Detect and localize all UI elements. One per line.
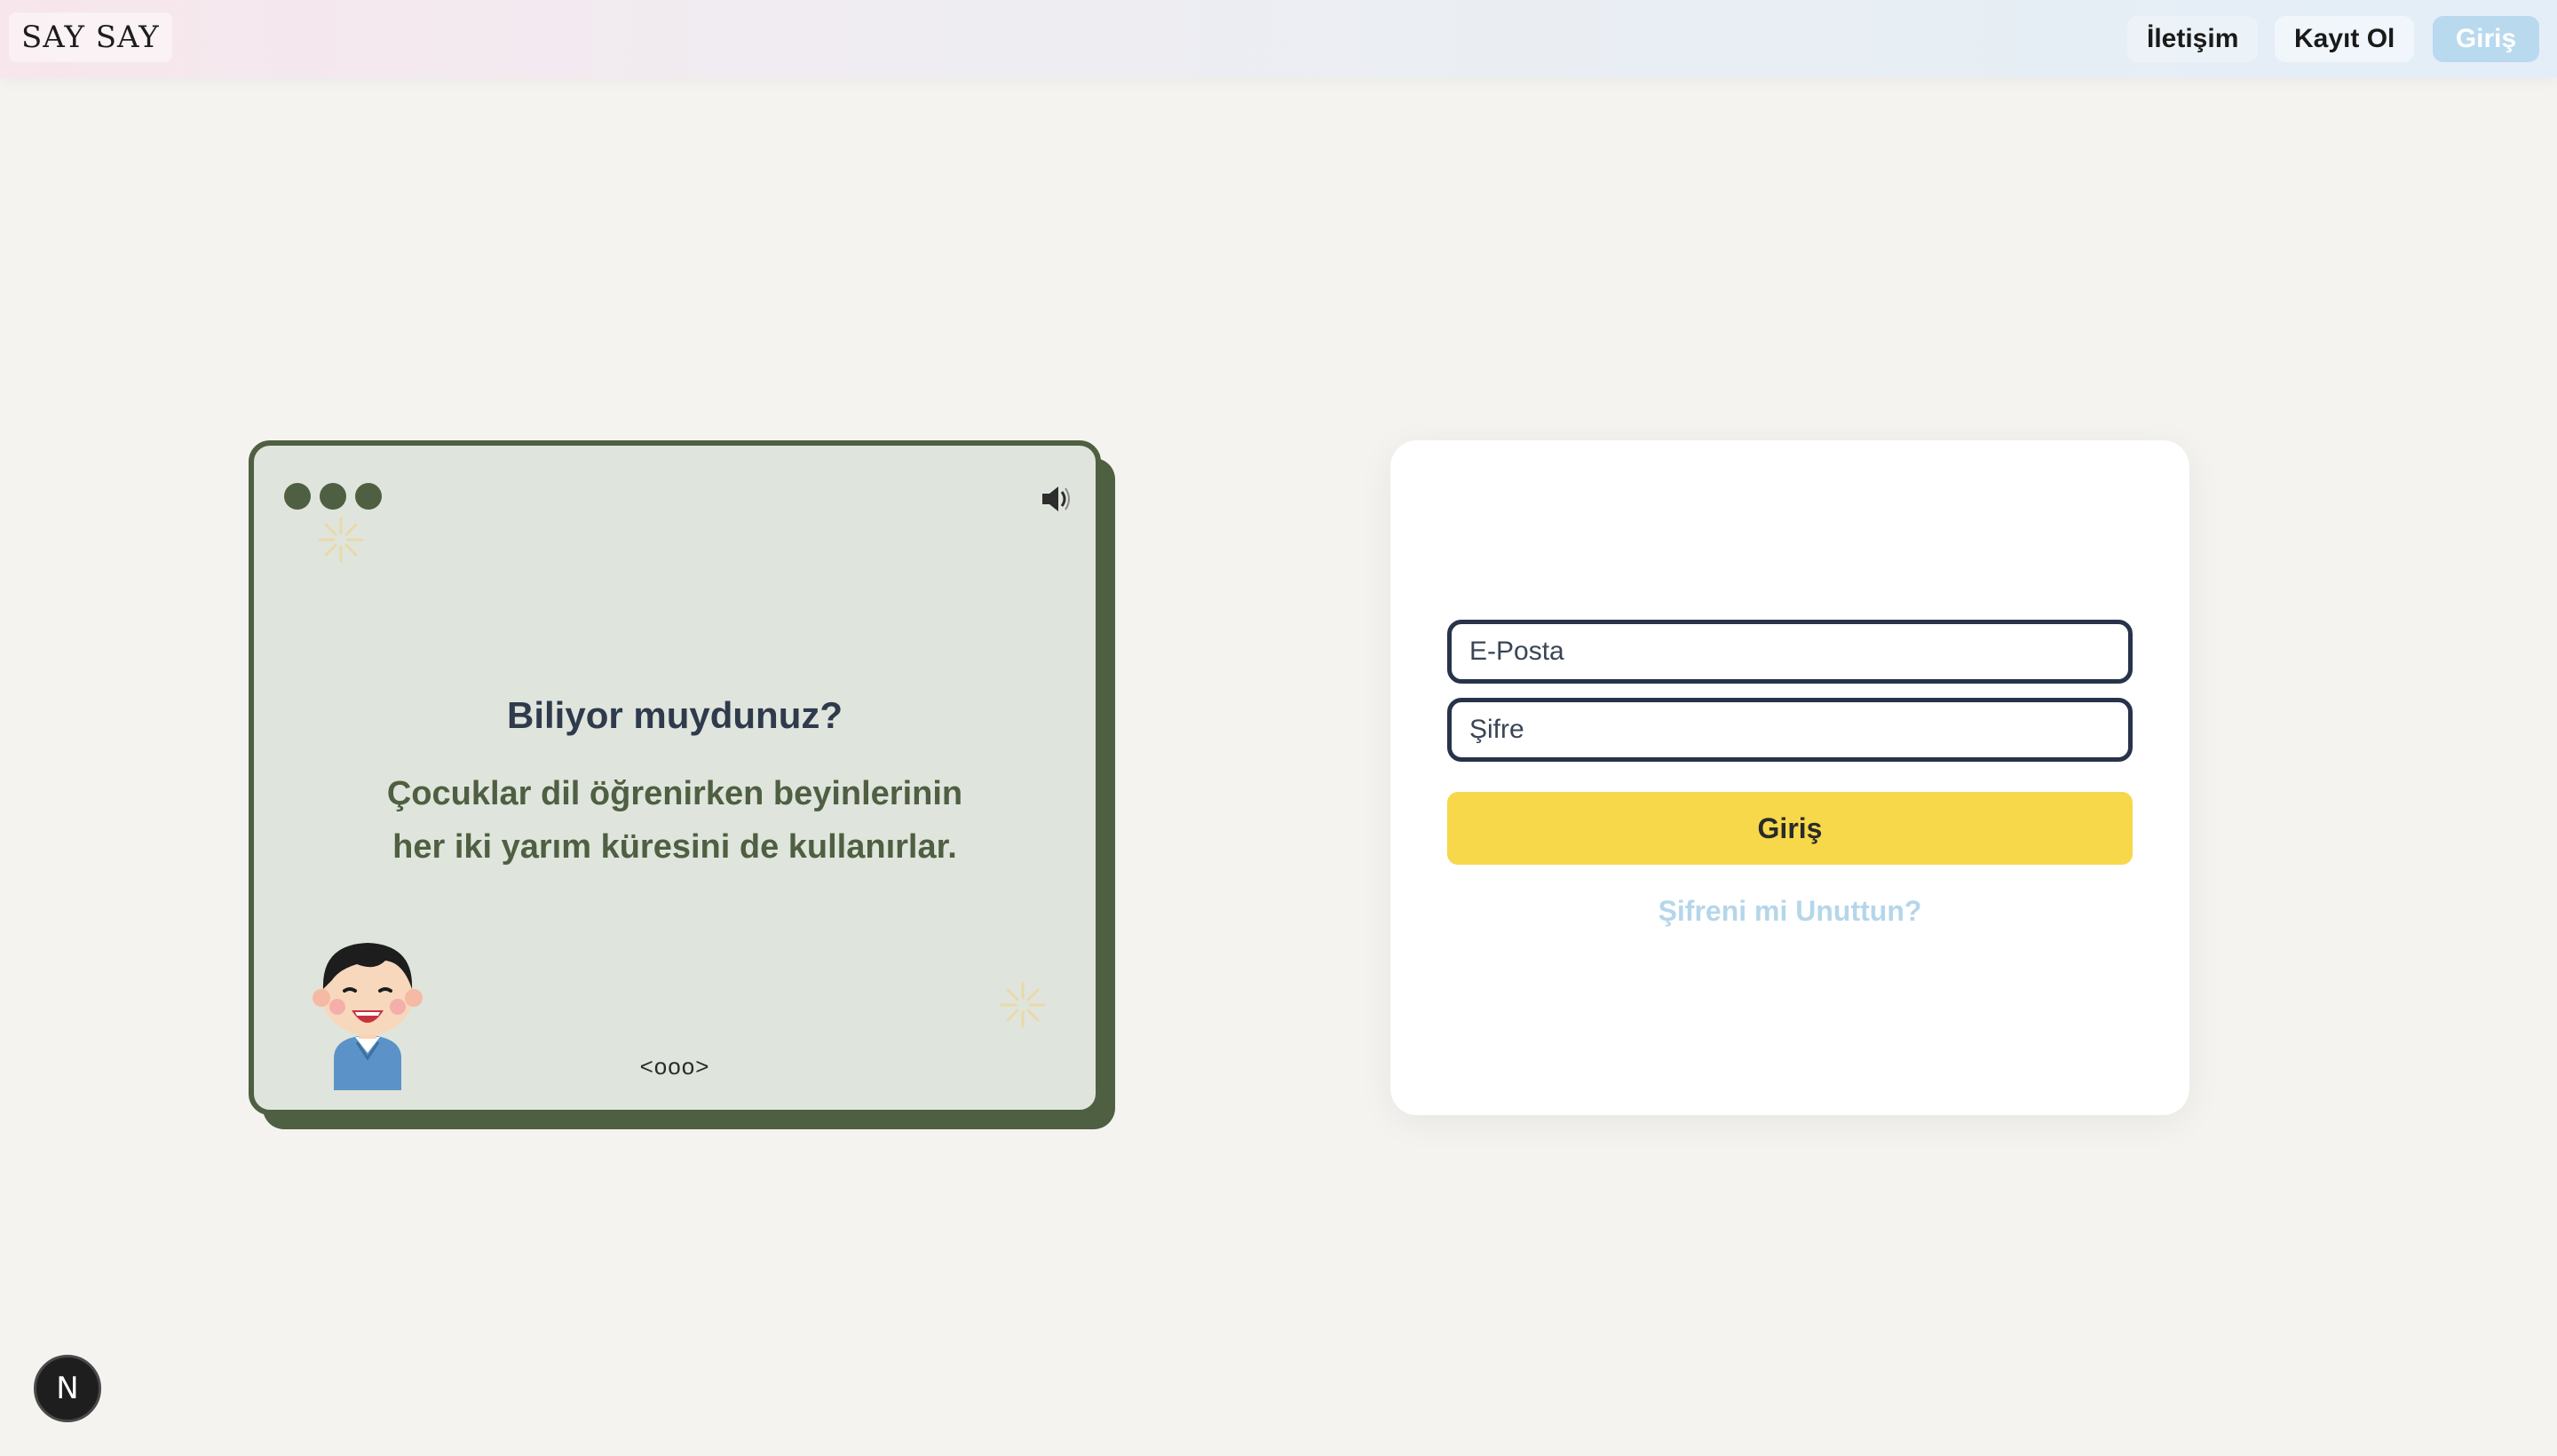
fact-card: Biliyor muydunuz? Çocuklar dil öğrenirke… xyxy=(249,440,1101,1115)
email-input[interactable] xyxy=(1447,620,2133,684)
window-dot-icon xyxy=(355,483,382,510)
site-logo[interactable]: SAY SAY xyxy=(9,12,172,62)
nav-login-link[interactable]: Giriş xyxy=(2433,16,2539,62)
n-badge-icon[interactable]: N xyxy=(34,1355,101,1422)
speaker-icon[interactable] xyxy=(1035,479,1074,518)
window-dot-icon xyxy=(284,483,311,510)
nav-register-link[interactable]: Kayıt Ol xyxy=(2275,16,2415,62)
login-submit-button[interactable]: Giriş xyxy=(1447,792,2133,865)
sparkle-icon xyxy=(1000,982,1046,1028)
window-dot-icon xyxy=(320,483,346,510)
card-pager[interactable]: <ooo> xyxy=(254,1053,1096,1080)
login-panel: Giriş Şifreni mi Unuttun? xyxy=(1390,440,2189,1115)
fact-card-title: Biliyor muydunuz? xyxy=(507,694,843,736)
sparkle-icon xyxy=(318,517,364,563)
nav-contact-link[interactable]: İletişim xyxy=(2127,16,2259,62)
fact-card-text: Çocuklar dil öğrenirken beyinlerinin her… xyxy=(386,775,963,866)
forgot-password-link[interactable]: Şifreni mi Unuttun? xyxy=(1390,895,2189,928)
password-input[interactable] xyxy=(1447,698,2133,762)
top-navigation-bar: SAY SAY İletişim Kayıt Ol Giriş xyxy=(0,0,2557,78)
